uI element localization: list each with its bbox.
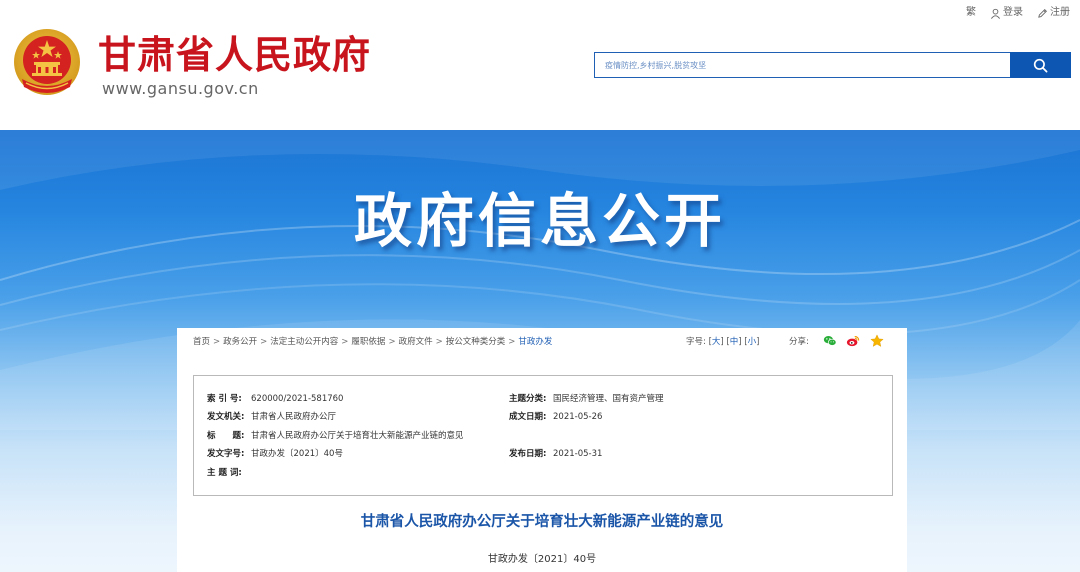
font-size-label: 字号: [686, 337, 706, 347]
banner-title: 政府信息公开 [353, 187, 726, 255]
meta-keywords-label: 主 题 词: [207, 468, 242, 478]
pencil-icon [1038, 8, 1047, 18]
font-size-small-button[interactable]: 小 [748, 337, 757, 347]
breadcrumb-separator: > [213, 337, 221, 347]
search-input[interactable] [594, 52, 1010, 78]
content-card: 首页 > 政务公开 > 法定主动公开内容 > 履职依据 > 政府文件 > 按公文种类分类 > 甘政办发 … [177, 328, 907, 572]
meta-doc-number-row: 发文字号: 甘政办发〔2021〕40号 [207, 448, 343, 460]
meta-title-label: 标 题: [207, 431, 245, 441]
register-label: 注册 [1050, 7, 1070, 18]
breadcrumb-separator: > [341, 337, 349, 347]
font-size-medium-button[interactable]: 中 [730, 337, 739, 347]
traditional-chinese-label: 繁 [966, 7, 976, 18]
meta-date-created-value: 2021-05-26 [553, 412, 603, 422]
breadcrumb-statutory-disclosure[interactable]: 法定主动公开内容 [270, 337, 338, 347]
weibo-icon[interactable] [846, 334, 860, 348]
register-link[interactable]: 注册 [1037, 6, 1070, 20]
breadcrumb-home[interactable]: 首页 [193, 337, 210, 347]
user-icon [991, 8, 1000, 19]
document-metadata-box: 索 引 号: 620000/2021-581760 发文机关: 甘肃省人民政府办公厅… [193, 375, 893, 496]
site-domain: www.gansu.gov.cn [102, 79, 259, 98]
meta-date-published-label: 发布日期: [509, 449, 547, 459]
breadcrumb-government-affairs[interactable]: 政务公开 [223, 337, 257, 347]
national-emblem-icon[interactable] [12, 27, 82, 101]
breadcrumb-document-type[interactable]: 按公文种类分类 [446, 337, 506, 347]
login-link[interactable]: 登录 [990, 6, 1023, 20]
breadcrumb-current[interactable]: 甘政办发 [518, 337, 552, 347]
search-button[interactable] [1010, 52, 1071, 78]
document-title: 甘肃省人民政府办公厅关于培育壮大新能源产业链的意见 [360, 514, 724, 530]
meta-date-published-value: 2021-05-31 [553, 449, 603, 459]
meta-issuer-label: 发文机关: [207, 412, 245, 422]
meta-topic-value: 国民经济管理、国有资产管理 [553, 394, 664, 404]
meta-date-created-label: 成文日期: [509, 412, 547, 422]
site-header: 甘肃省人民政府 www.gansu.gov.cn 繁 登录 注册 [0, 0, 1080, 130]
meta-keywords-row: 主 题 词: [207, 467, 251, 479]
meta-topic-row: 主题分类: 国民经济管理、国有资产管理 [509, 393, 664, 405]
meta-index-label: 索 引 号: [207, 394, 242, 404]
meta-issuer-value: 甘肃省人民政府办公厅 [251, 412, 337, 422]
breadcrumb-government-documents[interactable]: 政府文件 [399, 337, 433, 347]
breadcrumb-separator: > [435, 337, 443, 347]
meta-title-value: 甘肃省人民政府办公厅关于培育壮大新能源产业链的意见 [251, 431, 464, 441]
site-title[interactable]: 甘肃省人民政府 [98, 33, 371, 77]
meta-topic-label: 主题分类: [509, 394, 547, 404]
breadcrumb-separator: > [260, 337, 268, 347]
breadcrumb-separator: > [388, 337, 396, 347]
breadcrumb-duty-basis[interactable]: 履职依据 [351, 337, 385, 347]
document-number: 甘政办发〔2021〕40号 [487, 554, 597, 565]
meta-index-value: 620000/2021-581760 [251, 394, 344, 404]
meta-issuer-row: 发文机关: 甘肃省人民政府办公厅 [207, 411, 336, 423]
wechat-icon[interactable] [823, 334, 837, 348]
login-label: 登录 [1003, 7, 1023, 18]
traditional-chinese-link[interactable]: 繁 [966, 6, 976, 20]
font-size-selector: 字号: [大] [中] [小] [686, 337, 760, 347]
font-size-large-button[interactable]: 大 [712, 337, 721, 347]
meta-index-row: 索 引 号: 620000/2021-581760 [207, 393, 343, 405]
meta-date-published-row: 发布日期: 2021-05-31 [509, 448, 602, 460]
share-label: 分享: [789, 337, 809, 347]
meta-title-row: 标 题: 甘肃省人民政府办公厅关于培育壮大新能源产业链的意见 [207, 430, 464, 442]
breadcrumb: 首页 > 政务公开 > 法定主动公开内容 > 履职依据 > 政府文件 > 按公文种类分类 > 甘政办发 [193, 336, 552, 348]
star-icon[interactable] [870, 334, 884, 348]
breadcrumb-separator: > [508, 337, 516, 347]
top-links: 繁 登录 注册 [966, 6, 1070, 20]
search-icon [1033, 58, 1048, 72]
meta-date-created-row: 成文日期: 2021-05-26 [509, 411, 602, 423]
meta-doc-number-label: 发文字号: [207, 449, 245, 459]
meta-doc-number-value: 甘政办发〔2021〕40号 [251, 449, 343, 459]
